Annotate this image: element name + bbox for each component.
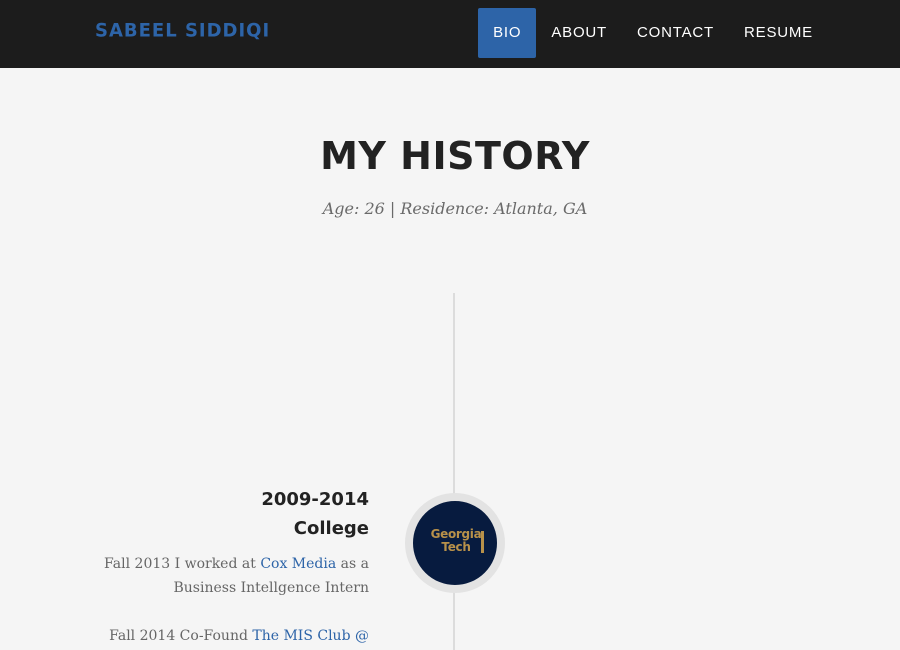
top-navbar: SABEEL SIDDIQI BIO ABOUT CONTACT RESUME (0, 0, 900, 68)
nav-item-contact[interactable]: CONTACT (622, 8, 729, 58)
timeline-entry-date: 2009-2014 (261, 489, 369, 510)
nav-item-resume[interactable]: RESUME (729, 8, 828, 58)
page-title: MY HISTORY (320, 134, 590, 178)
timeline-entry-heading: College (293, 518, 369, 539)
timeline-entry-body: Fall 2013 I worked at Cox Media as a Bus… (69, 552, 369, 650)
timeline-paragraph-cox: Fall 2013 I worked at Cox Media as a Bus… (69, 552, 369, 600)
page-subtitle: Age: 26 | Residence: Atlanta, GA (322, 199, 588, 218)
timeline-line (453, 293, 455, 650)
georgia-tech-logo-image: Georgia Tech (405, 493, 505, 593)
main-nav: BIO ABOUT CONTACT RESUME (478, 8, 828, 58)
mis-club-link[interactable]: The MIS Club @ (252, 628, 369, 644)
nav-item-bio[interactable]: BIO (478, 8, 537, 58)
timeline-paragraph-mis: Fall 2014 Co-Found The MIS Club @ (69, 624, 369, 648)
paragraph-text: Fall 2013 I worked at (104, 556, 261, 572)
cox-media-link[interactable]: Cox Media (260, 556, 336, 572)
brand-logo-link[interactable]: SABEEL SIDDIQI (95, 19, 270, 41)
paragraph-text: Fall 2014 Co-Found (109, 628, 253, 644)
nav-item-about[interactable]: ABOUT (536, 8, 622, 58)
tower-icon (481, 531, 484, 553)
